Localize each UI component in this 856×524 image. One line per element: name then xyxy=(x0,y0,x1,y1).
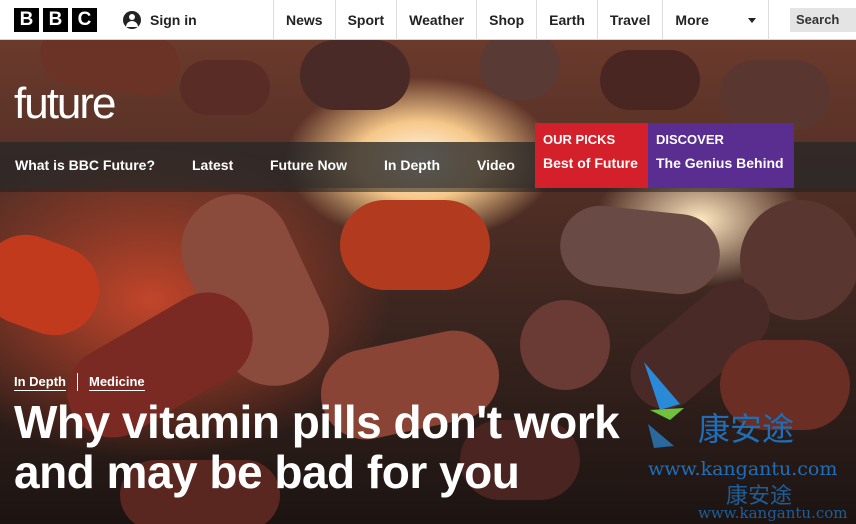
bbc-logo-block: B xyxy=(43,8,68,32)
watermark-bird-icon xyxy=(644,362,684,448)
promo-title: The Genius Behind xyxy=(656,155,784,171)
nav-weather[interactable]: Weather xyxy=(397,0,478,40)
subnav-video[interactable]: Video xyxy=(477,142,515,188)
bbc-logo[interactable]: B B C xyxy=(14,8,97,32)
more-menu-button[interactable]: More xyxy=(663,0,770,40)
tag-medicine[interactable]: Medicine xyxy=(89,374,145,391)
tag-in-depth[interactable]: In Depth xyxy=(14,374,66,391)
watermark-url-small: www.kangantu.com xyxy=(698,504,848,522)
more-label: More xyxy=(675,12,709,28)
nav-shop[interactable]: Shop xyxy=(477,0,538,40)
promo-discover[interactable]: DISCOVER The Genius Behind xyxy=(648,123,794,188)
sign-in-label: Sign in xyxy=(150,12,197,28)
promo-kicker: DISCOVER xyxy=(656,132,724,147)
sub-nav-divider xyxy=(0,188,856,192)
watermark-chinese: 康安途 xyxy=(698,410,795,448)
search-button[interactable]: Search xyxy=(790,8,856,32)
promo-our-picks[interactable]: OUR PICKS Best of Future xyxy=(535,123,648,188)
promo-kicker: OUR PICKS xyxy=(543,132,616,147)
nav-travel[interactable]: Travel xyxy=(598,0,664,40)
headline-line-2: and may be bad for you xyxy=(14,446,520,498)
nav-news[interactable]: News xyxy=(274,0,336,40)
future-section-logo[interactable]: future xyxy=(14,82,117,126)
bbc-global-header: B B C Sign in News Sport Weather Shop Ea… xyxy=(0,0,856,40)
subnav-future-now[interactable]: Future Now xyxy=(270,142,347,188)
global-nav: News Sport Weather Shop Earth Travel Mor… xyxy=(274,0,770,40)
headline-line-1: Why vitamin pills don't work xyxy=(14,396,620,448)
chevron-down-icon xyxy=(748,17,757,23)
subnav-what-is-bbc-future[interactable]: What is BBC Future? xyxy=(15,142,155,188)
bbc-logo-block: B xyxy=(14,8,39,32)
nav-earth[interactable]: Earth xyxy=(537,0,598,40)
subnav-latest[interactable]: Latest xyxy=(192,142,233,188)
article-headline[interactable]: Why vitamin pills don't work and may be … xyxy=(14,396,620,498)
sign-in-button[interactable]: Sign in xyxy=(112,0,274,40)
tag-divider xyxy=(77,373,78,391)
hero-banner: future What is BBC Future? Latest Future… xyxy=(0,40,856,524)
nav-sport[interactable]: Sport xyxy=(336,0,398,40)
bbc-logo-block: C xyxy=(72,8,97,32)
subnav-in-depth[interactable]: In Depth xyxy=(384,142,440,188)
promo-title: Best of Future xyxy=(543,155,638,171)
article-tags: In Depth Medicine xyxy=(14,373,145,391)
watermark-url: www.kangantu.com xyxy=(648,458,838,480)
user-icon xyxy=(123,11,141,29)
